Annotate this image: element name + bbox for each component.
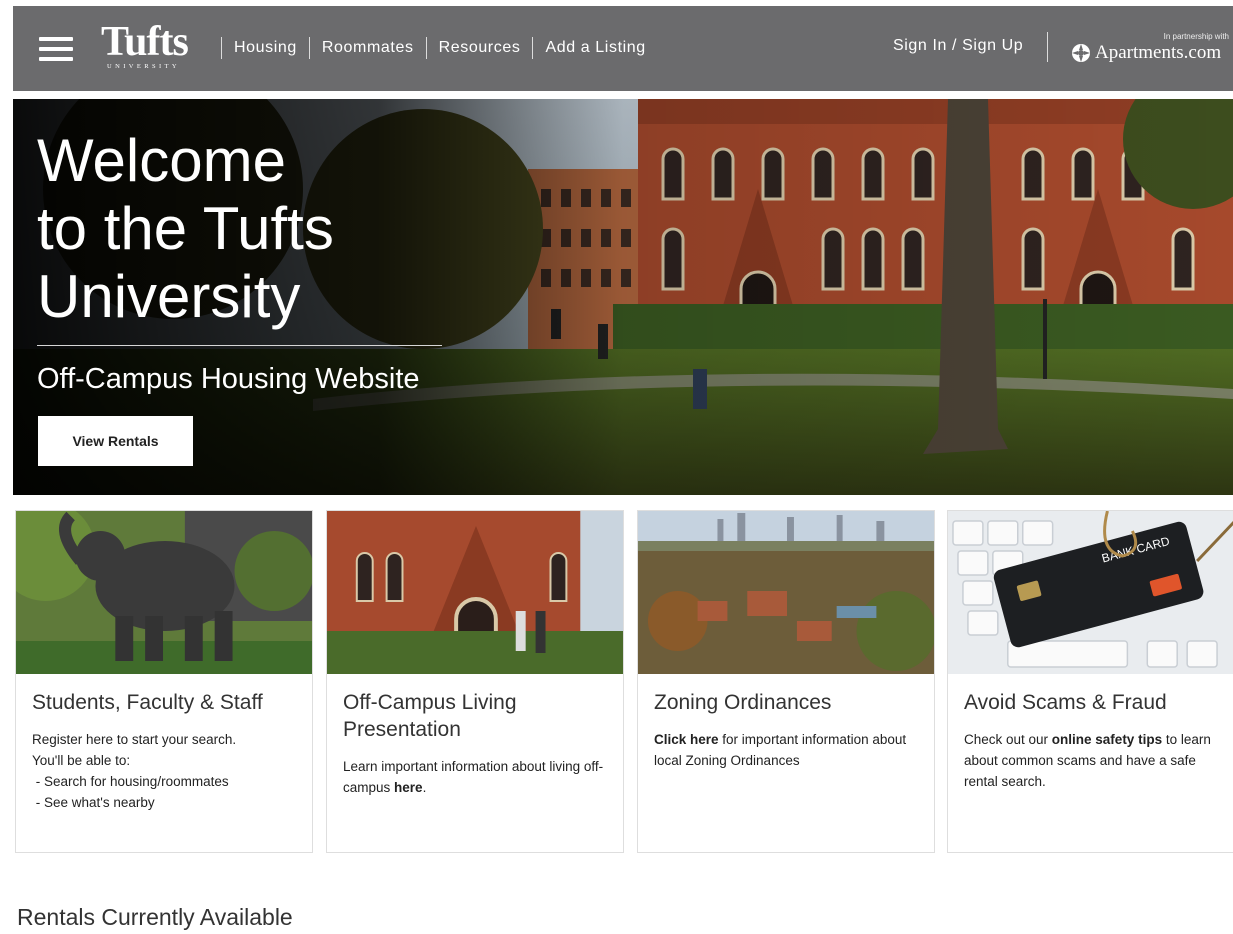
nav-link-add-listing[interactable]: Add a Listing <box>545 39 645 57</box>
hero-banner: Welcome to the Tufts University Off-Camp… <box>13 99 1233 495</box>
card-students-faculty-staff: Students, Faculty & Staff Register here … <box>15 510 313 853</box>
card-text-line: You'll be able to: <box>32 753 131 768</box>
apartments-logo-icon <box>1072 44 1090 62</box>
online-safety-tips-link[interactable]: online safety tips <box>1052 732 1162 747</box>
hero-title-line: to the Tufts <box>37 195 334 262</box>
menu-icon[interactable] <box>39 37 73 61</box>
nav-link-resources[interactable]: Resources <box>439 39 521 57</box>
nav-links: Housing Roommates Resources Add a Listin… <box>209 37 646 59</box>
hero-subtitle: Off-Campus Housing Website <box>37 363 420 395</box>
nav-divider <box>221 37 222 59</box>
apartments-name: Apartments.com <box>1095 42 1222 63</box>
campus-building-image[interactable] <box>327 511 623 674</box>
view-rentals-button[interactable]: View Rentals <box>38 416 193 466</box>
card-text: Learn important information about living… <box>327 743 623 798</box>
card-title: Avoid Scams & Fraud <box>964 691 1167 714</box>
presentation-here-link[interactable]: here <box>394 780 423 795</box>
apartments-partner-logo[interactable]: In partnership with Apartments.com <box>1071 32 1229 66</box>
hero-title: Welcome to the Tufts University <box>37 127 334 331</box>
nav-divider <box>532 37 534 59</box>
partner-note: In partnership with <box>1163 32 1229 41</box>
nav-link-roommates[interactable]: Roommates <box>322 39 414 57</box>
card-title: Zoning Ordinances <box>654 691 832 714</box>
card-text-span: Check out our <box>964 732 1052 747</box>
nav-divider <box>1047 32 1048 62</box>
elephant-statue-image[interactable] <box>16 511 312 674</box>
card-off-campus-presentation: Off-Campus Living Presentation Learn imp… <box>326 510 624 853</box>
logo-wordmark: Tufts <box>101 19 189 65</box>
hero-title-line: University <box>37 263 301 330</box>
nav-divider <box>308 37 310 59</box>
card-text-span: to start your search. <box>113 732 237 747</box>
card-text: Click here for important information abo… <box>638 716 934 771</box>
card-text: Check out our online safety tips to lear… <box>948 716 1233 792</box>
sign-in-link[interactable]: Sign In / Sign Up <box>893 37 1023 55</box>
card-title: Students, Faculty & Staff <box>32 691 263 714</box>
card-text-line: - Search for housing/roommates <box>32 774 229 789</box>
card-zoning-ordinances: Zoning Ordinances Click here for importa… <box>637 510 935 853</box>
bank-card-hook-image[interactable]: BANK CARD <box>948 511 1233 674</box>
section-title: Rentals Currently Available <box>17 904 293 930</box>
tufts-logo[interactable]: Tufts UNIVERSITY <box>101 19 197 70</box>
card-text-line: - See what's nearby <box>32 795 155 810</box>
hero-title-line: Welcome <box>37 127 286 194</box>
city-aerial-image[interactable] <box>638 511 934 674</box>
nav-link-housing[interactable]: Housing <box>234 39 297 57</box>
card-avoid-scams: BANK CARD Avoid Scams & Fraud Check out … <box>947 510 1233 853</box>
zoning-click-here-link[interactable]: Click here <box>654 732 719 747</box>
top-nav: Tufts UNIVERSITY Housing Roommates Resou… <box>13 6 1233 91</box>
card-text-span: Register <box>32 732 87 747</box>
hero-divider <box>37 345 442 346</box>
card-text: Register here to start your search. You'… <box>16 716 312 813</box>
card-text-span: Learn important information about living… <box>343 759 604 795</box>
card-title: Off-Campus Living Presentation <box>343 691 517 741</box>
register-here-link[interactable]: here <box>86 732 113 747</box>
card-text-span: . <box>422 780 427 795</box>
nav-divider <box>425 37 427 59</box>
